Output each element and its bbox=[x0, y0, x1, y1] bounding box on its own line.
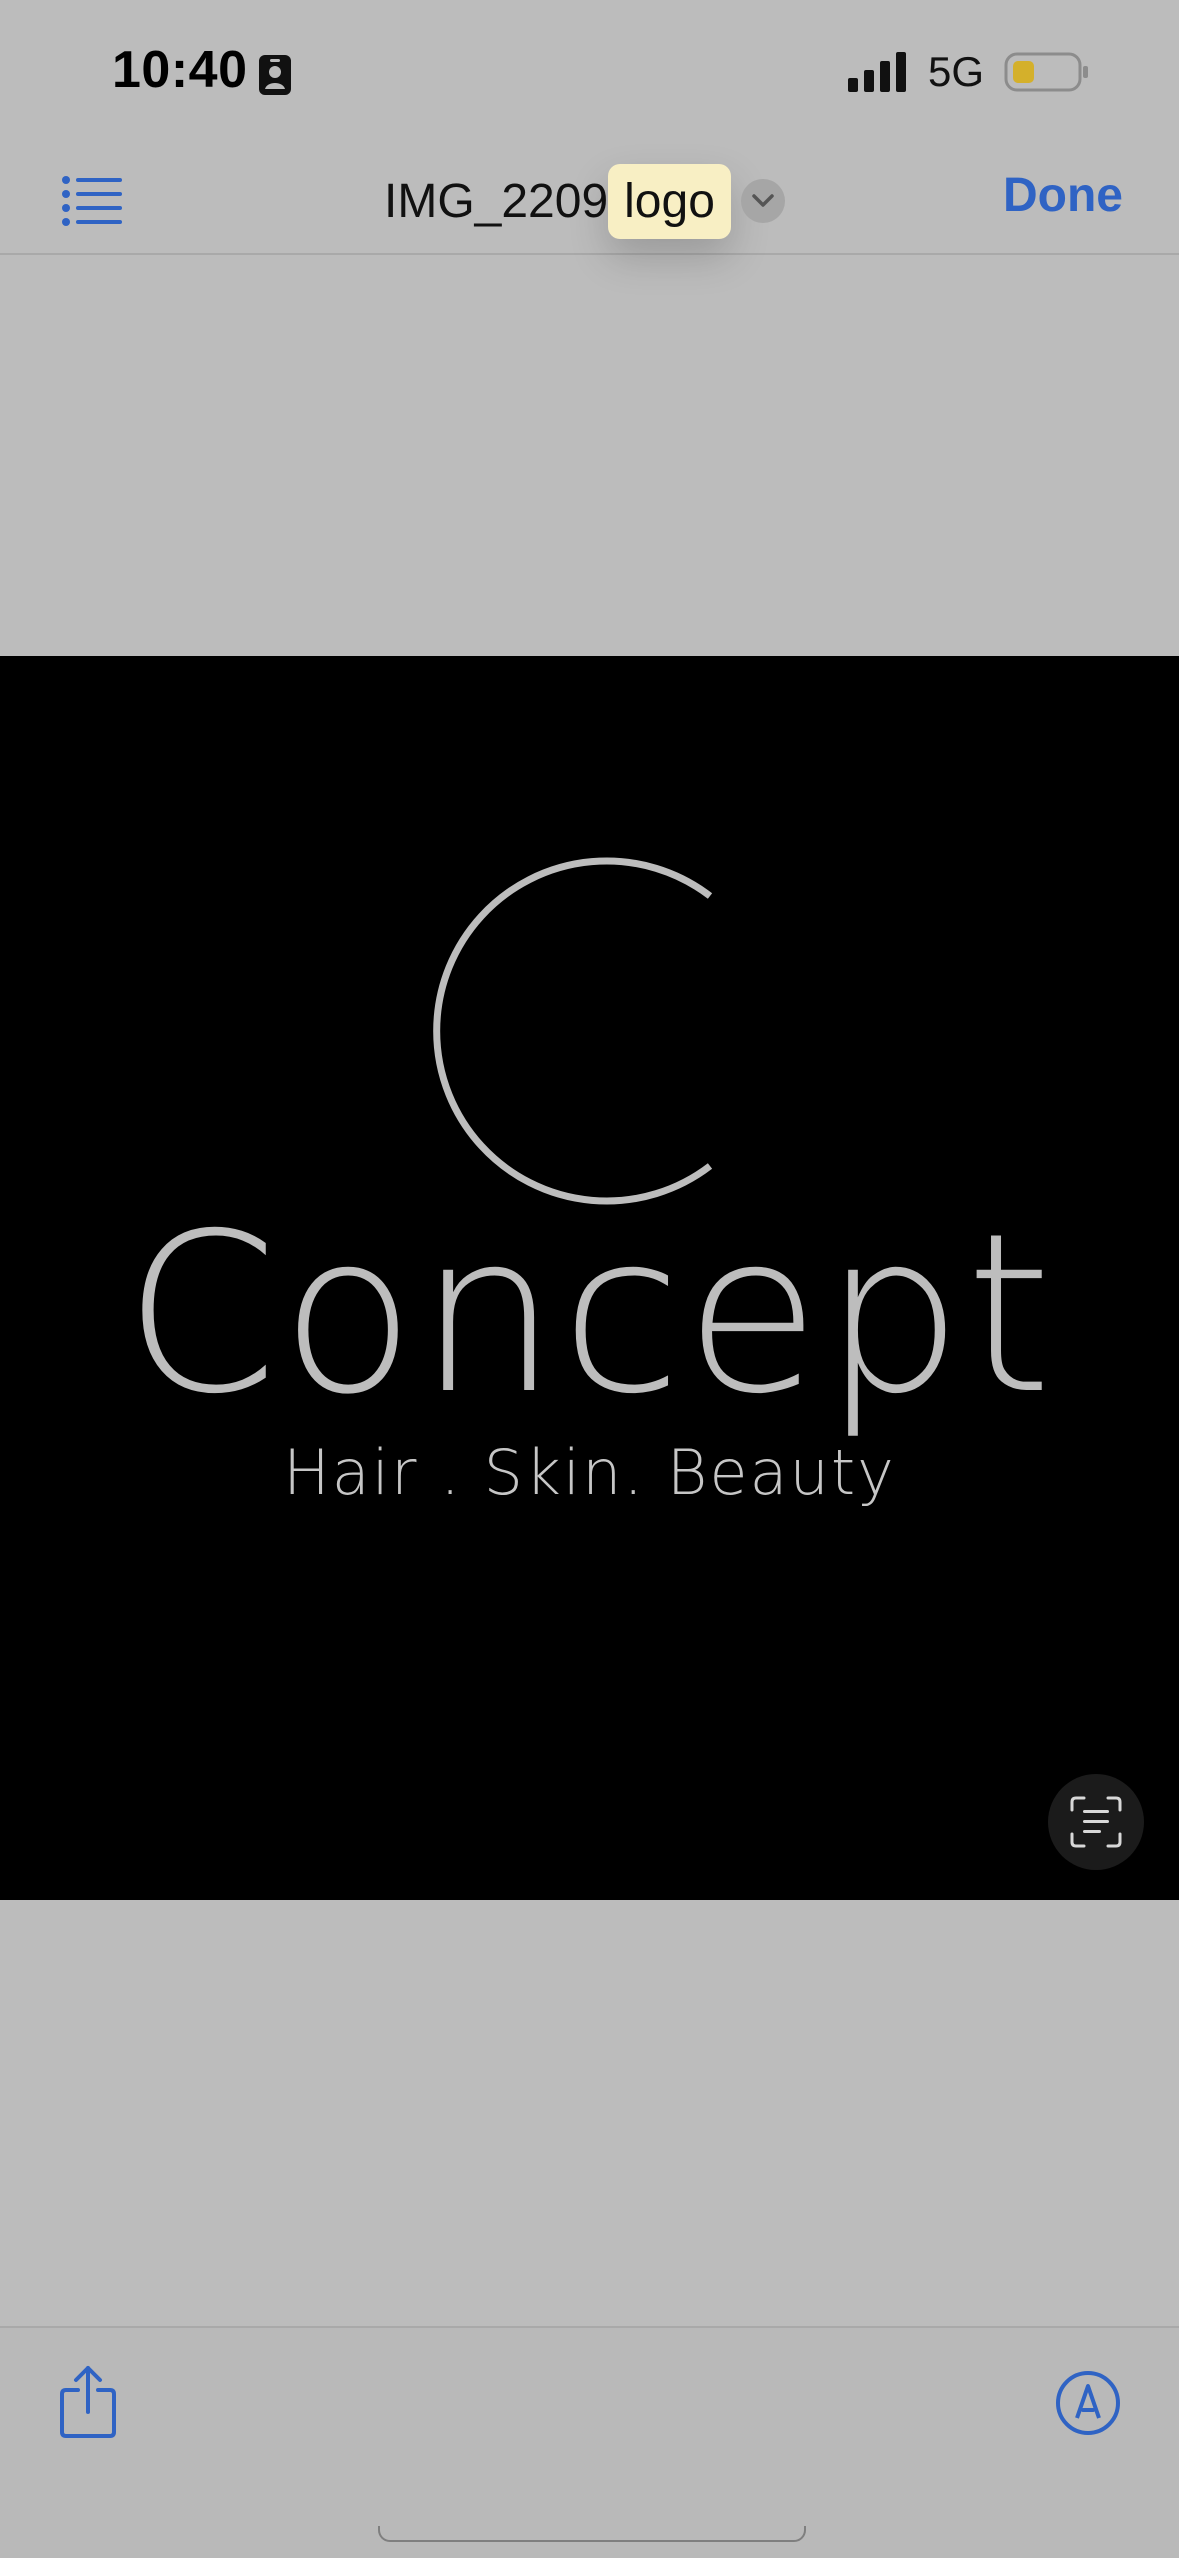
network-label: 5G bbox=[928, 48, 985, 95]
nav-bar: IMG_2209 logo Done bbox=[0, 150, 1179, 255]
title-text: IMG_2209 bbox=[384, 174, 609, 228]
image-preview: Concept Hair . Skin. Beauty bbox=[0, 656, 1179, 1900]
share-icon[interactable] bbox=[58, 2364, 118, 2440]
signal-icon bbox=[848, 52, 906, 92]
live-text-icon bbox=[1070, 1796, 1122, 1848]
logo-c-mark bbox=[433, 857, 713, 1205]
chevron-down-icon[interactable] bbox=[740, 179, 785, 223]
title-highlight: logo bbox=[608, 163, 731, 239]
home-indicator bbox=[378, 2526, 806, 2542]
logo-wordmark: Concept bbox=[124, 1186, 1055, 1442]
battery-icon bbox=[1004, 52, 1088, 92]
document-title[interactable]: IMG_2209 logo bbox=[384, 158, 785, 244]
live-text-button[interactable] bbox=[1048, 1774, 1144, 1870]
bottom-toolbar bbox=[0, 2326, 1179, 2558]
status-bar: 10:40 5G bbox=[0, 0, 1179, 150]
markup-icon[interactable] bbox=[1055, 2370, 1121, 2436]
id-card-icon bbox=[259, 55, 291, 95]
done-button[interactable]: Done bbox=[1003, 168, 1123, 223]
logo-tagline: Hair . Skin. Beauty bbox=[283, 1436, 896, 1509]
list-icon[interactable] bbox=[60, 172, 124, 228]
status-time: 10:40 bbox=[112, 41, 248, 99]
